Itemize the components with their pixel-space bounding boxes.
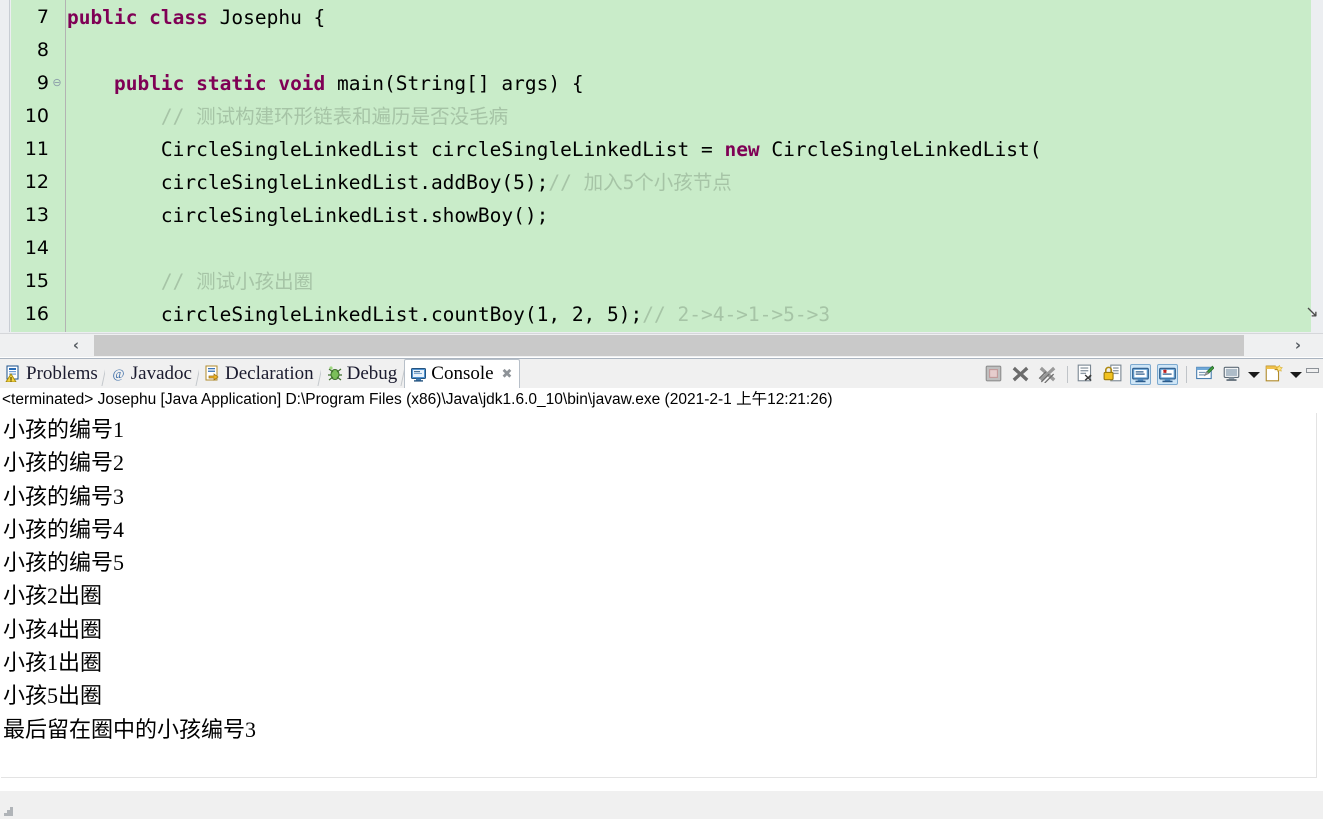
scroll-right-arrow[interactable]: › [1285,334,1311,357]
pin-console-icon[interactable] [1195,364,1216,385]
console-output-line: 小孩2出圈 [3,583,103,609]
console-status-line: <terminated> Josephu [Java Application] … [0,388,1323,411]
code-token-plain: circleSingleLinkedList.addBoy(5); [67,171,549,194]
code-token-plain: CircleSingleLinkedList( [771,138,1042,161]
view-tabs: Problems @ Javadoc Declaration Debug Console ✖ [0,359,521,389]
console-icon [410,366,427,383]
scroll-left-arrow[interactable]: ‹ [63,334,89,357]
remove-launch-icon[interactable] [1011,364,1032,385]
clear-console-icon[interactable] [1076,364,1097,385]
line-number: 7 [36,6,49,28]
declaration-icon [204,365,221,382]
console-view[interactable]: <terminated> Josephu [Java Application] … [0,388,1323,819]
show-console-stderr-icon[interactable] [1157,363,1178,385]
code-line[interactable]: // 测试小孩出圈 [67,265,313,298]
code-token-cmt: // 测试构建环形链表和遍历是否没毛病 [160,105,509,128]
code-token-plain: main(String[] args) { [337,72,584,95]
console-output[interactable]: 小孩的编号1 小孩的编号2 小孩的编号3 小孩的编号4 小孩的编号5 小孩2出圈小孩4出圈… [1,413,1317,778]
tab-label: Problems [26,362,98,384]
console-output-line: 小孩的编号3 [3,483,125,509]
tab-console[interactable]: Console ✖ [404,359,521,388]
editor-scroll-down-arrow[interactable]: ↘ [1303,300,1321,324]
scrollbar-corner [0,335,63,356]
console-output-line: 小孩4出圈 [3,616,103,642]
tab-problems[interactable]: Problems [0,359,108,388]
debug-icon [326,365,343,382]
scrollbar-thumb[interactable] [94,335,1244,356]
tab-label: Javadoc [130,362,192,384]
line-number: 12 [24,171,49,193]
code-line[interactable]: circleSingleLinkedList.countBoy(1, 2, 5)… [67,298,830,331]
line-number: 13 [24,204,49,226]
line-number-gutter: 7 8 9 ⊖ 10 11 12 13 14 15 16 [11,0,66,332]
console-output-line: 小孩5出圈 [3,683,103,709]
line-number: 9 [36,72,49,94]
view-tab-bar: Problems @ Javadoc Declaration Debug Console ✖ [0,358,1323,389]
tab-debug[interactable]: Debug [320,359,407,388]
resize-grip-icon[interactable] [4,807,14,817]
line-number: 14 [24,237,49,259]
remove-all-launches-icon[interactable] [1038,364,1059,385]
console-output-line: 小孩的编号1 [3,417,125,442]
console-output-line: 小孩1出圈 [3,650,103,676]
code-token-cmt: // 测试小孩出圈 [160,270,314,293]
code-token-plain: Josephu { [219,6,326,29]
code-token-cmt: // 2->4->1->5->3 [642,303,831,326]
display-console-icon[interactable] [1222,364,1243,385]
tab-label: Console [431,363,494,384]
editor-canvas[interactable]: 7 8 9 ⊖ 10 11 12 13 14 15 16 public class Josephu … [11,0,1311,332]
javadoc-icon: @ [110,365,127,382]
problems-icon [5,365,22,382]
line-number: 8 [36,39,49,61]
minimize-icon[interactable] [1305,364,1319,385]
editor-annotation-ruler [0,0,10,332]
svg-text:@: @ [112,366,124,381]
tab-label: Declaration [224,362,314,384]
show-console-stdout-icon[interactable] [1130,363,1151,385]
line-number: 15 [24,270,49,292]
console-output-line: 小孩的编号4 [3,516,125,542]
scrollbar-track[interactable] [1244,335,1285,356]
code-token-cmt: // 加入5个小孩节点 [548,171,732,194]
code-line[interactable]: CircleSingleLinkedList circleSingleLinke… [67,133,1042,166]
console-view-toolbar [981,359,1323,389]
tab-declaration[interactable]: Declaration [198,359,324,388]
code-token-kw: public static void [113,72,338,95]
code-token-plain: circleSingleLinkedList.countBoy(1, 2, 5)… [67,303,643,326]
tab-label: Debug [346,362,398,384]
code-token-plain: CircleSingleLinkedList circleSingleLinke… [67,138,725,161]
chevron-down-icon[interactable] [1289,364,1302,385]
code-token-kw: new [724,138,772,161]
console-output-line: 小孩的编号2 [3,450,125,476]
console-output-line: 最后留在圈中的小孩编号3 [3,716,257,742]
editor-horizontal-scrollbar[interactable]: ‹ › [0,333,1323,357]
code-line[interactable]: circleSingleLinkedList.addBoy(5);// 加入5个… [67,166,732,199]
close-icon[interactable]: ✖ [502,367,513,382]
line-number: 10 [24,105,49,127]
scroll-lock-icon[interactable] [1103,364,1124,385]
code-line[interactable]: // 测试构建环形链表和遍历是否没毛病 [67,100,508,133]
line-number: 11 [24,138,49,160]
code-line[interactable]: circleSingleLinkedList.showBoy(); [67,199,548,232]
console-output-line: 小孩的编号5 [3,550,125,576]
fold-toggle-icon[interactable]: ⊖ [51,67,63,100]
chevron-down-icon[interactable] [1247,364,1260,385]
line-number: 16 [24,303,49,325]
code-token-plain: circleSingleLinkedList.showBoy(); [67,204,549,227]
tab-javadoc[interactable]: @ Javadoc [104,359,202,388]
toolbar-separator [1186,365,1187,383]
view-bottom-bar [0,791,1323,819]
code-line[interactable]: public class Josephu { [67,1,325,34]
open-console-icon[interactable] [1264,364,1285,385]
code-lines[interactable]: public class Josephu { public static voi… [67,0,1311,332]
terminate-icon [984,364,1005,385]
code-line[interactable]: public static void main(String[] args) { [67,67,584,100]
code-token-kw: public class [67,6,220,29]
code-editor[interactable]: 7 8 9 ⊖ 10 11 12 13 14 15 16 public class Josephu … [0,0,1323,335]
toolbar-separator [1067,365,1068,383]
